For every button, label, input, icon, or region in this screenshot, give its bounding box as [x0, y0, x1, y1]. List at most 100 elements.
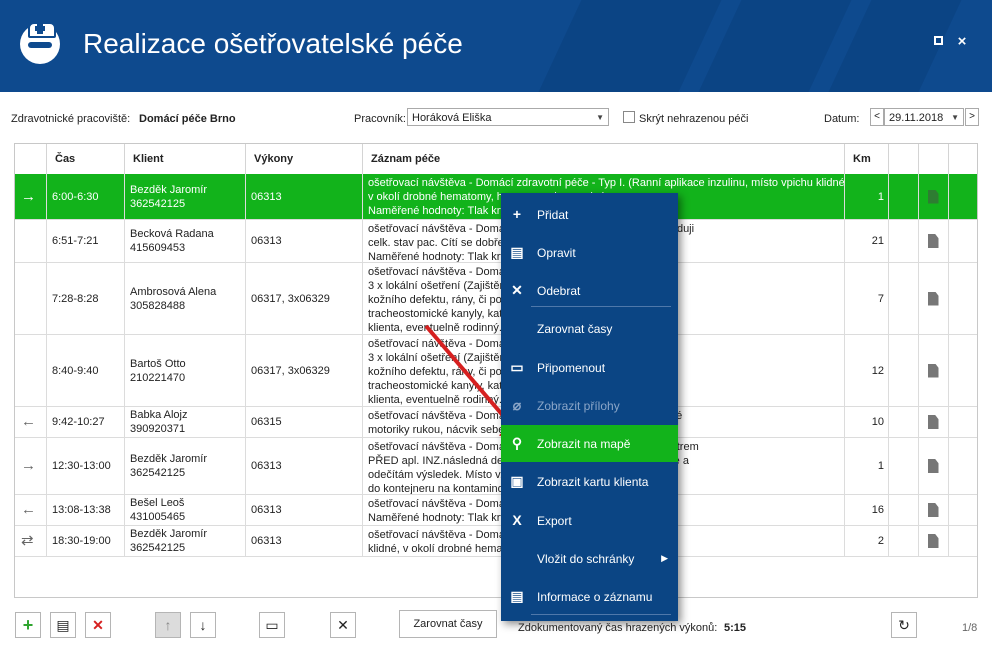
header-client[interactable]: Klient: [125, 144, 246, 174]
direction-arrow-icon: ←: [21, 413, 36, 430]
client-name: Bezděk Jaromír: [130, 453, 208, 465]
zip-document-icon[interactable]: [927, 363, 939, 378]
menu-separator: [531, 614, 671, 615]
menu-item-pripomenout[interactable]: ▭ Připomenout: [501, 349, 678, 386]
zip-document-icon[interactable]: [927, 534, 939, 548]
menu-item-informace-o-zaznamu[interactable]: ▤ Informace o záznamu: [501, 578, 678, 615]
km-cell: 1: [845, 438, 889, 494]
zip-document-icon[interactable]: [927, 503, 939, 517]
table-row[interactable]: ← 9:42-10:27 Babka Alojz 390920371 06315 ošet…: [15, 407, 977, 438]
menu-item-export[interactable]: X Export: [501, 502, 678, 539]
direction-cell: →: [15, 174, 47, 219]
procedures: 06317, 3x06329: [251, 292, 330, 305]
delete-icon: ✕: [511, 282, 523, 298]
worker-label: Pracovník:: [354, 113, 406, 125]
direction-cell: ←: [15, 495, 47, 525]
doc-cell: [919, 495, 949, 525]
km: 2: [877, 535, 884, 547]
table-row[interactable]: 6:51-7:21 Becková Radana 415609453 06313 oše…: [15, 220, 977, 263]
move-down-button[interactable]: ↓: [190, 612, 216, 638]
menu-item-zobrazit-na-mape[interactable]: ⚲ Zobrazit na mapě: [501, 425, 678, 462]
menu-item-label: Informace o záznamu: [537, 590, 653, 604]
client-name: Bartoš Otto: [130, 357, 186, 370]
spare-cell: [949, 335, 977, 406]
doc-cell: [919, 407, 949, 437]
menu-item-label: Zarovnat časy: [537, 322, 613, 336]
menu-item-label: Připomenout: [537, 361, 606, 375]
plus-icon: +: [512, 206, 522, 222]
procedures-cell: 06313: [246, 220, 363, 262]
header-spare: [949, 144, 977, 174]
time: 7:28-8:28: [52, 292, 99, 305]
direction-cell: [15, 220, 47, 262]
procedures-cell: 06313: [246, 526, 363, 556]
menu-item-label: Zobrazit přílohy: [537, 399, 620, 413]
chevron-down-icon: ▼: [596, 113, 604, 122]
table-row[interactable]: → 12:30-13:00 Bezděk Jaromír 362542125 06313…: [15, 438, 977, 495]
hide-unpaid-checkbox[interactable]: [623, 111, 635, 123]
info-icon: ▤: [510, 588, 524, 604]
spare-cell: [949, 438, 977, 494]
menu-item-odebrat[interactable]: ✕ Odebrat: [501, 272, 678, 309]
header-procedures[interactable]: Výkony: [246, 144, 363, 174]
procedures: 06313: [251, 460, 282, 472]
page-title: Realizace ošetřovatelské péče: [83, 28, 463, 59]
documented-time-label: Zdokumentovaný čas hrazených výkonů:: [518, 622, 718, 634]
time-cell: 9:42-10:27: [47, 407, 125, 437]
zip-document-icon[interactable]: [927, 234, 939, 248]
table-row[interactable]: 7:28-8:28 Ambrosová Alena 305828488 06317, …: [15, 263, 977, 335]
date-next-button[interactable]: >: [965, 108, 979, 126]
map-pin-icon: ⚲: [511, 435, 523, 451]
close-icon[interactable]: ×: [954, 34, 970, 50]
client-cell: Bezděk Jaromír 362542125: [125, 526, 246, 556]
procedures: 06313: [251, 235, 282, 247]
refresh-button[interactable]: ↻: [891, 612, 917, 638]
delete-button[interactable]: ✕: [85, 612, 111, 638]
align-times-button[interactable]: Zarovnat časy: [399, 610, 497, 638]
km-cell: 16: [845, 495, 889, 525]
time: 8:40-9:40: [52, 364, 99, 377]
extra-cell: [889, 526, 919, 556]
worker-select[interactable]: Horáková Eliška ▼: [407, 108, 609, 126]
extra-cell: [889, 407, 919, 437]
client-id: 415609453: [130, 242, 186, 254]
doc-cell: [919, 438, 949, 494]
menu-item-pridat[interactable]: + Přidat: [501, 196, 678, 233]
zip-document-icon[interactable]: [927, 189, 939, 204]
date-prev-button[interactable]: <: [870, 108, 884, 126]
zip-document-icon[interactable]: [927, 415, 939, 429]
extra-cell: [889, 174, 919, 219]
extra-cell: [889, 495, 919, 525]
restore-icon[interactable]: [930, 34, 946, 50]
paperclip-icon: ⌀: [512, 397, 522, 413]
header-km[interactable]: Km: [845, 144, 889, 174]
table-row[interactable]: 8:40-9:40 Bartoš Otto 210221470 06317, 3x06…: [15, 335, 977, 407]
move-up-button[interactable]: ↑: [155, 612, 181, 638]
procedures-cell: 06313: [246, 174, 363, 219]
menu-item-vlozit-do-schranky[interactable]: Vložit do schránky ▶: [501, 540, 678, 577]
menu-item-zobrazit-prilohy[interactable]: ⌀ Zobrazit přílohy: [501, 387, 678, 424]
worker-select-value: Horáková Eliška: [412, 112, 492, 124]
add-button[interactable]: +: [15, 612, 41, 638]
header-time[interactable]: Čas: [47, 144, 125, 174]
print-button[interactable]: ▭: [259, 612, 285, 638]
menu-item-zarovnat-casy[interactable]: Zarovnat časy: [501, 310, 678, 347]
client-cell: Bezděk Jaromír 362542125: [125, 438, 246, 494]
zip-document-icon[interactable]: [927, 291, 939, 306]
menu-item-zobrazit-kartu-klienta[interactable]: ▣ Zobrazit kartu klienta: [501, 463, 678, 500]
procedures-cell: 06315: [246, 407, 363, 437]
zip-document-icon[interactable]: [927, 459, 939, 473]
menu-item-label: Odebrat: [537, 284, 581, 298]
edit-button[interactable]: ▤: [50, 612, 76, 638]
tools-button[interactable]: ✕: [330, 612, 356, 638]
header-record[interactable]: Záznam péče: [363, 144, 845, 174]
table-row[interactable]: ⇄ 18:30-19:00 Bezděk Jaromír 362542125 06313…: [15, 526, 977, 557]
table-row[interactable]: ← 13:08-13:38 Bešel Leoš 431005465 06313 ošet…: [15, 495, 977, 526]
menu-item-opravit[interactable]: ▤ Opravit: [501, 234, 678, 271]
km-cell: 12: [845, 335, 889, 406]
client-name: Ambrosová Alena: [130, 285, 217, 298]
direction-cell: ⇄: [15, 526, 47, 556]
menu-item-label: Opravit: [537, 246, 576, 260]
table-row[interactable]: → 6:00-6:30 Bezděk Jaromír 362542125 06313 oš…: [15, 174, 977, 220]
date-picker[interactable]: 29.11.2018 ▼: [884, 108, 964, 126]
